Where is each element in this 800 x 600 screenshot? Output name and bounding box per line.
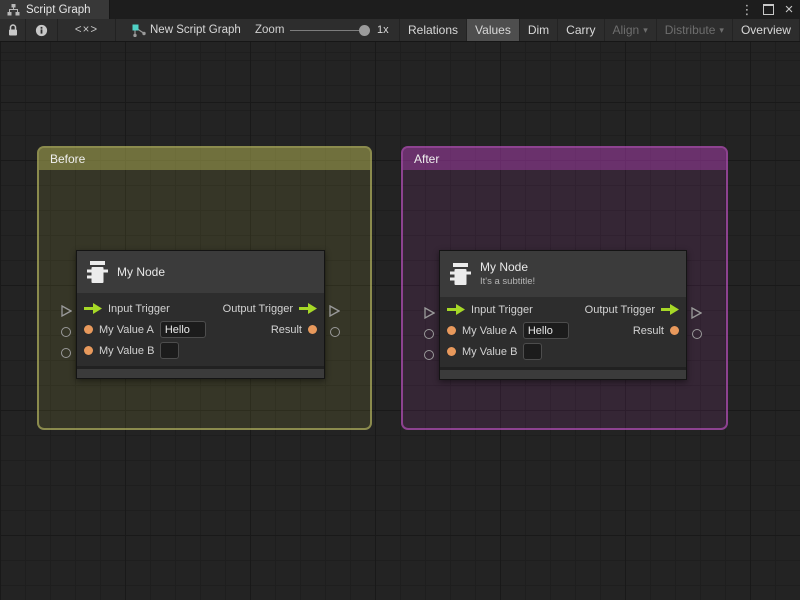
node-footer	[440, 367, 686, 379]
graph-toolbar: <×> New Script Graph Zoom 1x Relations V…	[0, 19, 800, 42]
control-output-arrow-icon[interactable]	[661, 304, 679, 315]
value-port-icon[interactable]	[84, 325, 93, 334]
external-value-input-port[interactable]	[424, 350, 434, 360]
external-value-output-port[interactable]	[692, 329, 702, 339]
overview-button[interactable]: Overview	[732, 19, 799, 41]
port-label: Input Trigger	[471, 304, 533, 316]
port-row: My Value B	[440, 341, 686, 362]
distribute-label: Distribute	[665, 23, 716, 37]
chevron-down-icon: ▾	[719, 25, 724, 36]
maximize-square	[763, 4, 774, 15]
node-my-node-after[interactable]: My Node It's a subtitle! Input Trigger O…	[439, 250, 687, 380]
external-value-input-port[interactable]	[61, 327, 71, 337]
value-b-field[interactable]	[523, 343, 542, 360]
title-bar: Script Graph ⋮ ×	[0, 0, 800, 19]
node-title: My Node	[480, 261, 535, 274]
align-dropdown[interactable]: Align ▾	[604, 19, 656, 41]
external-value-input-port[interactable]	[424, 329, 434, 339]
port-row: My Value A Hello Result	[77, 319, 324, 340]
tab-title: Script Graph	[26, 4, 91, 16]
unit-node-icon	[450, 263, 471, 285]
node-subtitle: It's a subtitle!	[480, 276, 535, 287]
external-value-input-port[interactable]	[61, 348, 71, 358]
node-body: Input Trigger Output Trigger My Value A …	[440, 297, 686, 367]
tab-script-graph[interactable]: Script Graph	[0, 0, 110, 19]
close-icon[interactable]: ×	[782, 2, 796, 18]
value-b-field[interactable]	[160, 342, 179, 359]
port-row: My Value A Hello Result	[440, 320, 686, 341]
external-control-output-port[interactable]	[691, 306, 702, 324]
external-control-input-port[interactable]	[61, 304, 72, 322]
port-label: Input Trigger	[108, 303, 170, 315]
port-label: My Value A	[99, 324, 154, 336]
node-header[interactable]: My Node	[77, 251, 324, 293]
port-label: Result	[633, 325, 664, 337]
lock-button[interactable]	[0, 19, 25, 41]
node-header[interactable]: My Node It's a subtitle!	[440, 251, 686, 297]
port-row: My Value B	[77, 340, 324, 361]
relations-button[interactable]: Relations	[399, 19, 466, 41]
zoom-slider-track[interactable]	[290, 30, 368, 31]
external-control-output-port[interactable]	[329, 304, 340, 322]
zoom-label: Zoom	[255, 19, 284, 41]
control-input-arrow-icon[interactable]	[447, 304, 465, 315]
zoom-slider-handle[interactable]	[359, 25, 370, 36]
unit-node-icon	[87, 261, 108, 283]
group-after-header[interactable]: After	[403, 148, 726, 170]
graph-hierarchy-icon	[7, 4, 20, 16]
external-value-output-port[interactable]	[330, 327, 340, 337]
external-control-input-port[interactable]	[424, 306, 435, 324]
node-footer	[77, 366, 324, 378]
toolbar-right-group: Relations Values Dim Carry Align ▾ Distr…	[399, 19, 800, 41]
zoom-value: 1x	[377, 19, 389, 41]
value-port-icon[interactable]	[84, 346, 93, 355]
port-label: Result	[271, 324, 302, 336]
dim-button[interactable]: Dim	[519, 19, 557, 41]
value-port-icon[interactable]	[447, 347, 456, 356]
node-title: My Node	[117, 266, 165, 279]
control-output-arrow-icon[interactable]	[299, 303, 317, 314]
maximize-icon[interactable]	[761, 2, 775, 18]
value-port-icon[interactable]	[308, 325, 317, 334]
graph-name-label[interactable]: New Script Graph	[150, 19, 241, 41]
values-button[interactable]: Values	[466, 19, 519, 41]
node-body: Input Trigger Output Trigger My Value A …	[77, 293, 324, 366]
port-label: My Value B	[99, 345, 154, 357]
lock-icon	[7, 23, 19, 37]
graph-canvas[interactable]: Before After My Node	[0, 42, 800, 600]
port-label: My Value A	[462, 325, 517, 337]
chevron-down-icon: ▾	[643, 25, 648, 36]
port-label: Output Trigger	[223, 303, 293, 315]
control-input-arrow-icon[interactable]	[84, 303, 102, 314]
distribute-dropdown[interactable]: Distribute ▾	[656, 19, 732, 41]
value-a-field[interactable]: Hello	[523, 322, 569, 339]
info-button[interactable]	[26, 19, 57, 41]
group-title: After	[414, 152, 439, 166]
port-label: Output Trigger	[585, 304, 655, 316]
group-title: Before	[50, 152, 85, 166]
node-my-node-before[interactable]: My Node Input Trigger Output Trigger My …	[76, 250, 325, 379]
port-row: Input Trigger Output Trigger	[77, 298, 324, 319]
port-row: Input Trigger Output Trigger	[440, 299, 686, 320]
code-view-button[interactable]: <×>	[58, 19, 115, 41]
script-graph-asset-icon	[130, 19, 148, 41]
toolbar-separator	[115, 19, 116, 41]
value-port-icon[interactable]	[670, 326, 679, 335]
group-before-header[interactable]: Before	[39, 148, 370, 170]
value-a-field[interactable]: Hello	[160, 321, 206, 338]
info-icon	[35, 24, 48, 37]
align-label: Align	[613, 23, 640, 37]
port-label: My Value B	[462, 346, 517, 358]
window-menu-icon[interactable]: ⋮	[740, 2, 754, 18]
value-port-icon[interactable]	[447, 326, 456, 335]
carry-button[interactable]: Carry	[557, 19, 603, 41]
